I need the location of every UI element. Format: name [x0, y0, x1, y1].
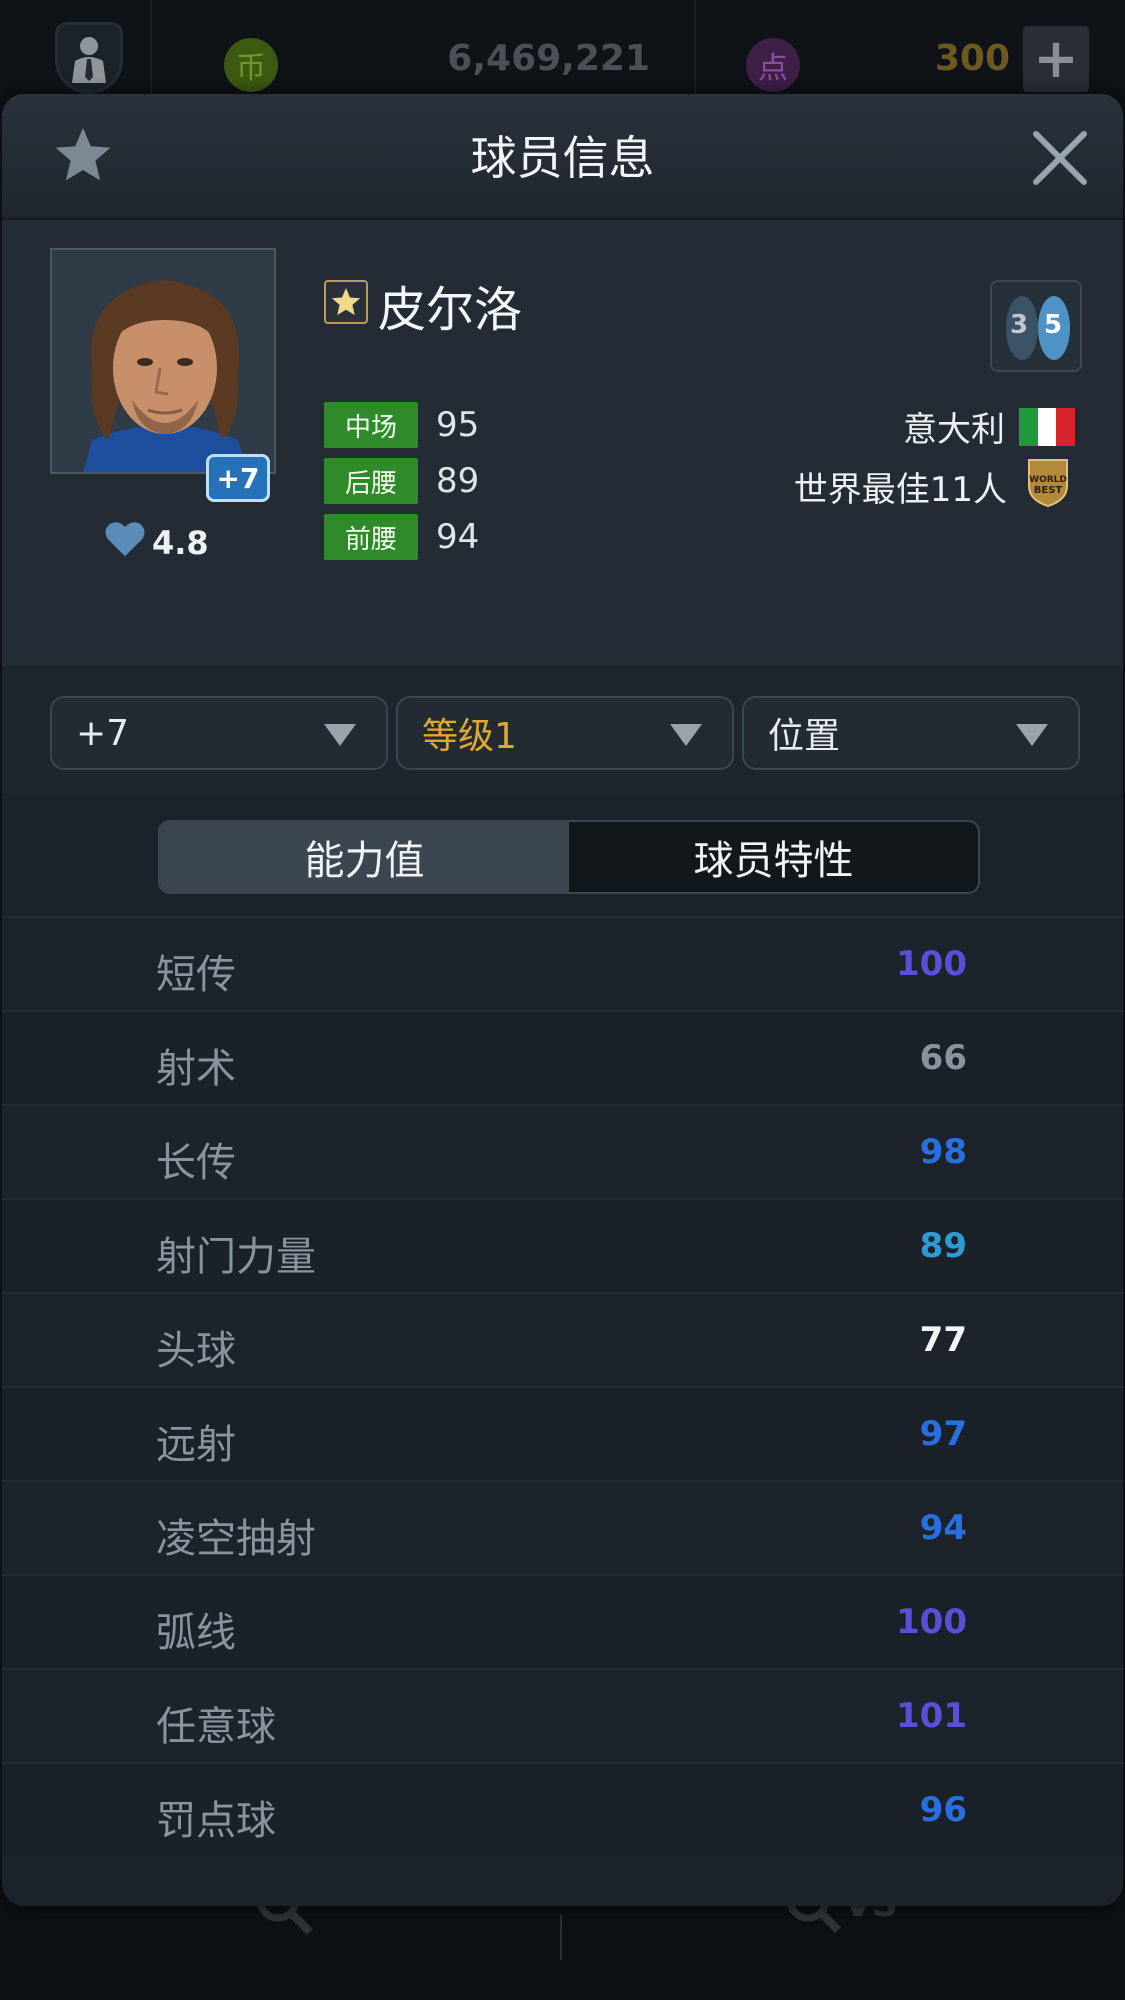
- upgrade-dropdown-value: +7: [76, 712, 130, 754]
- star-badge-icon: [324, 280, 368, 324]
- position-dropdown-value: 位置: [768, 716, 841, 757]
- position-dropdown[interactable]: 位置: [742, 696, 1080, 770]
- stat-value: 97: [919, 1414, 967, 1454]
- stat-label: 任意球: [156, 1704, 276, 1750]
- position-tag: 后腰: [324, 458, 418, 504]
- svg-text:BEST: BEST: [1034, 485, 1063, 496]
- nation-name: 意大利: [903, 410, 1005, 450]
- world-best-badge-icon: WORLD BEST: [1025, 456, 1071, 517]
- stats-list: 短传 100 射术 66 长传 98 射门力量 89 头球 77 远射 97 凌空抽射 94 弧线 100 任意…: [2, 916, 1123, 1856]
- stat-row: 弧线 100: [2, 1574, 1123, 1668]
- stat-value: 101: [896, 1696, 967, 1736]
- tab-ability[interactable]: 能力值: [160, 822, 569, 892]
- stat-value: 94: [919, 1508, 967, 1548]
- stat-value: 98: [919, 1132, 967, 1172]
- position-rating: 95: [436, 405, 480, 445]
- point-icon: 点: [746, 38, 800, 92]
- season-card-type: 世界最佳11人 WORLD BEST: [794, 456, 1071, 517]
- stat-row: 长传 98: [2, 1104, 1123, 1198]
- player-portrait: [50, 248, 276, 474]
- app-screen: 币 6,469,221 点 300 + VS 球员信息: [0, 0, 1125, 2000]
- stat-row: 罚点球 96: [2, 1762, 1123, 1856]
- add-points-button[interactable]: +: [1023, 26, 1089, 92]
- upgrade-level-badge: +7: [206, 454, 270, 502]
- stat-row: 远射 97: [2, 1386, 1123, 1480]
- modal-header: 球员信息: [2, 94, 1123, 220]
- stat-label: 弧线: [156, 1610, 236, 1656]
- nationality: 意大利: [903, 402, 1076, 451]
- player-rating: 4.8: [104, 520, 209, 566]
- modal-title: 球员信息: [470, 131, 655, 185]
- strong-foot-value: 5: [1044, 310, 1063, 340]
- chevron-down-icon: [670, 724, 702, 746]
- stats-tab-bar: 能力值 球员特性: [158, 820, 980, 894]
- stat-value: 89: [919, 1226, 967, 1266]
- stat-label: 远射: [156, 1422, 236, 1468]
- position-row: 中场 95: [324, 402, 479, 448]
- stat-label: 短传: [156, 952, 236, 998]
- season-name: 世界最佳11人: [793, 470, 1007, 510]
- tab-traits[interactable]: 球员特性: [569, 822, 978, 892]
- stat-label: 射术: [156, 1046, 236, 1092]
- coin-balance: 6,469,221: [447, 38, 650, 79]
- stat-row: 短传 100: [2, 916, 1123, 1010]
- stat-value: 100: [896, 944, 967, 984]
- chevron-down-icon: [324, 724, 356, 746]
- position-row: 后腰 89: [324, 458, 479, 504]
- chevron-down-icon: [1016, 724, 1048, 746]
- stat-label: 头球: [156, 1328, 236, 1374]
- level-dropdown-value: 等级1: [422, 716, 517, 757]
- stat-row: 凌空抽射 94: [2, 1480, 1123, 1574]
- stat-row: 任意球 101: [2, 1668, 1123, 1762]
- weak-foot-value: 3: [1010, 310, 1029, 340]
- point-balance: 300: [934, 38, 1010, 79]
- heart-icon: [104, 520, 146, 566]
- player-name: 皮尔洛: [378, 282, 523, 338]
- stat-row: 射术 66: [2, 1010, 1123, 1104]
- player-info-modal: 球员信息 +7 4.8 皮尔洛 3 5 中场 95 后腰 89 前腰 94 意大…: [2, 94, 1123, 1906]
- stat-label: 射门力量: [156, 1234, 316, 1280]
- stat-value: 77: [919, 1320, 967, 1360]
- foot-strength-indicator: 3 5: [990, 280, 1082, 372]
- position-rating: 94: [436, 517, 480, 557]
- position-row: 前腰 94: [324, 514, 479, 560]
- close-icon[interactable]: [1032, 130, 1088, 190]
- stat-value: 100: [896, 1602, 967, 1642]
- stat-label: 长传: [156, 1140, 236, 1186]
- manager-avatar-icon[interactable]: [55, 22, 123, 94]
- stat-label: 罚点球: [156, 1798, 276, 1844]
- italy-flag-icon: [1019, 407, 1076, 446]
- rating-value: 4.8: [152, 524, 209, 562]
- coin-icon: 币: [224, 38, 278, 92]
- upgrade-dropdown[interactable]: +7: [50, 696, 388, 770]
- stat-row: 射门力量 89: [2, 1198, 1123, 1292]
- stat-value: 66: [919, 1038, 967, 1078]
- position-tag: 中场: [324, 402, 418, 448]
- stat-label: 凌空抽射: [156, 1516, 316, 1562]
- stat-row: 头球 77: [2, 1292, 1123, 1386]
- level-dropdown[interactable]: 等级1: [396, 696, 734, 770]
- stat-value: 96: [919, 1790, 967, 1830]
- svg-text:WORLD: WORLD: [1029, 475, 1067, 485]
- position-tag: 前腰: [324, 514, 418, 560]
- position-rating: 89: [436, 461, 480, 501]
